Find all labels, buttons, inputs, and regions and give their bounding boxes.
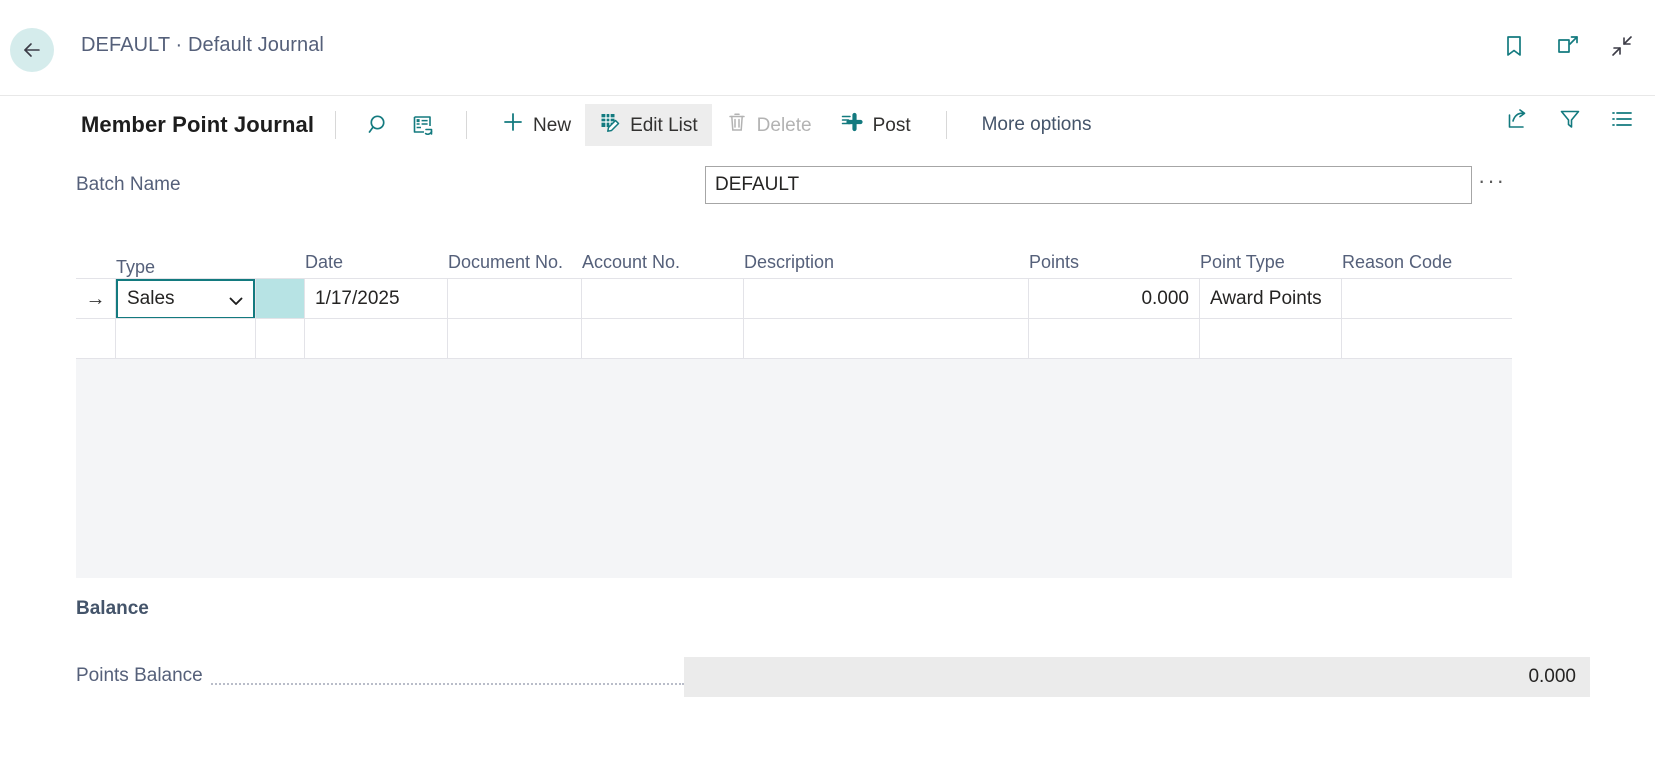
toolbar-divider xyxy=(335,111,337,139)
toolbar-divider-3 xyxy=(945,111,947,139)
cell-selected-marker[interactable] xyxy=(256,279,305,319)
open-in-new-window-icon[interactable] xyxy=(1555,33,1581,59)
action-toolbar: Member Point Journal New Edit List Delet… xyxy=(0,95,1655,154)
cell-date[interactable]: 1/17/2025 xyxy=(305,279,448,319)
cell-selected-marker[interactable] xyxy=(256,319,305,359)
delete-button-label: Delete xyxy=(756,114,812,136)
points-balance-label: Points Balance xyxy=(76,665,209,687)
grid-header-account-no[interactable]: Account No. xyxy=(582,252,744,278)
batch-name-label: Batch Name xyxy=(76,174,181,195)
filter-icon[interactable] xyxy=(1557,106,1583,132)
delete-button[interactable]: Delete xyxy=(712,104,826,146)
post-button-label: Post xyxy=(872,114,911,136)
batch-name-input[interactable] xyxy=(705,166,1472,204)
cell-document-no[interactable] xyxy=(448,279,582,319)
cell-reason-code[interactable] xyxy=(1342,279,1512,319)
toolbar-divider-2 xyxy=(466,111,468,139)
balance-section-heading: Balance xyxy=(76,598,149,619)
collapse-icon[interactable] xyxy=(1609,33,1635,59)
post-icon xyxy=(840,111,864,139)
edit-list-button[interactable]: Edit List xyxy=(585,104,712,146)
grid-header-description[interactable]: Description xyxy=(744,252,1029,278)
cell-account-no[interactable] xyxy=(582,319,744,359)
row-indicator-cell: → xyxy=(76,279,116,319)
table-row[interactable]: → Sales 1/17/2025 0.000 Award Points xyxy=(76,279,1512,319)
bookmark-icon[interactable] xyxy=(1501,33,1527,59)
batch-name-row: Batch Name ··· xyxy=(0,154,1655,220)
page-header: DEFAULT · Default Journal xyxy=(0,0,1655,95)
row-indicator-cell xyxy=(76,319,116,359)
new-button-label: New xyxy=(533,114,572,136)
cell-type[interactable] xyxy=(116,319,256,359)
grid-header-date[interactable]: Date xyxy=(305,252,448,278)
grid-header-points[interactable]: Points xyxy=(1029,252,1200,278)
share-icon[interactable] xyxy=(1505,106,1531,132)
cell-description[interactable] xyxy=(744,319,1029,359)
post-button[interactable]: Post xyxy=(826,104,925,146)
grid-header-row: Type Date Document No. Account No. Descr… xyxy=(76,241,1512,278)
cell-points[interactable] xyxy=(1029,319,1200,359)
header-icon-group xyxy=(1501,33,1635,59)
batch-name-lookup-button[interactable]: ··· xyxy=(1478,168,1506,194)
row-arrow-icon: → xyxy=(85,287,106,310)
trash-icon xyxy=(726,111,748,139)
points-balance-row: Points Balance 0.000 xyxy=(76,657,1590,697)
plus-icon xyxy=(502,111,524,139)
cell-points[interactable]: 0.000 xyxy=(1029,279,1200,319)
cell-point-type[interactable] xyxy=(1200,319,1342,359)
open-in-excel-icon[interactable] xyxy=(401,105,445,145)
cell-document-no[interactable] xyxy=(448,319,582,359)
cell-reason-code[interactable] xyxy=(1342,319,1512,359)
toolbar-right-icon-group xyxy=(1505,106,1635,132)
page-title: Member Point Journal xyxy=(81,112,315,137)
grid-header-point-type[interactable]: Point Type xyxy=(1200,252,1342,278)
cell-type[interactable]: Sales xyxy=(116,279,256,319)
points-balance-value: 0.000 xyxy=(684,657,1590,697)
cell-point-type[interactable]: Award Points xyxy=(1200,279,1342,319)
breadcrumb[interactable]: DEFAULT · Default Journal xyxy=(81,34,324,57)
cell-account-no[interactable] xyxy=(582,279,744,319)
search-icon[interactable] xyxy=(357,105,401,145)
grid-header-reason-code[interactable]: Reason Code xyxy=(1342,252,1512,278)
grid-empty-area xyxy=(76,359,1512,578)
new-button[interactable]: New xyxy=(488,104,585,146)
grid-header-document-no[interactable]: Document No. xyxy=(448,252,582,278)
table-row[interactable] xyxy=(76,319,1512,359)
back-button[interactable] xyxy=(10,28,54,72)
cell-date[interactable] xyxy=(305,319,448,359)
cell-description[interactable] xyxy=(744,279,1029,319)
more-options-button[interactable]: More options xyxy=(968,114,1106,136)
grid-body: → Sales 1/17/2025 0.000 Award Points xyxy=(76,278,1512,578)
journal-lines-grid: Type Date Document No. Account No. Descr… xyxy=(76,241,1512,578)
edit-list-icon xyxy=(599,111,621,139)
type-dropdown[interactable]: Sales xyxy=(116,279,255,318)
arrow-left-icon xyxy=(20,38,44,62)
list-view-icon[interactable] xyxy=(1609,106,1635,132)
edit-list-button-label: Edit List xyxy=(630,114,698,136)
grid-header-type[interactable]: Type xyxy=(116,257,256,278)
